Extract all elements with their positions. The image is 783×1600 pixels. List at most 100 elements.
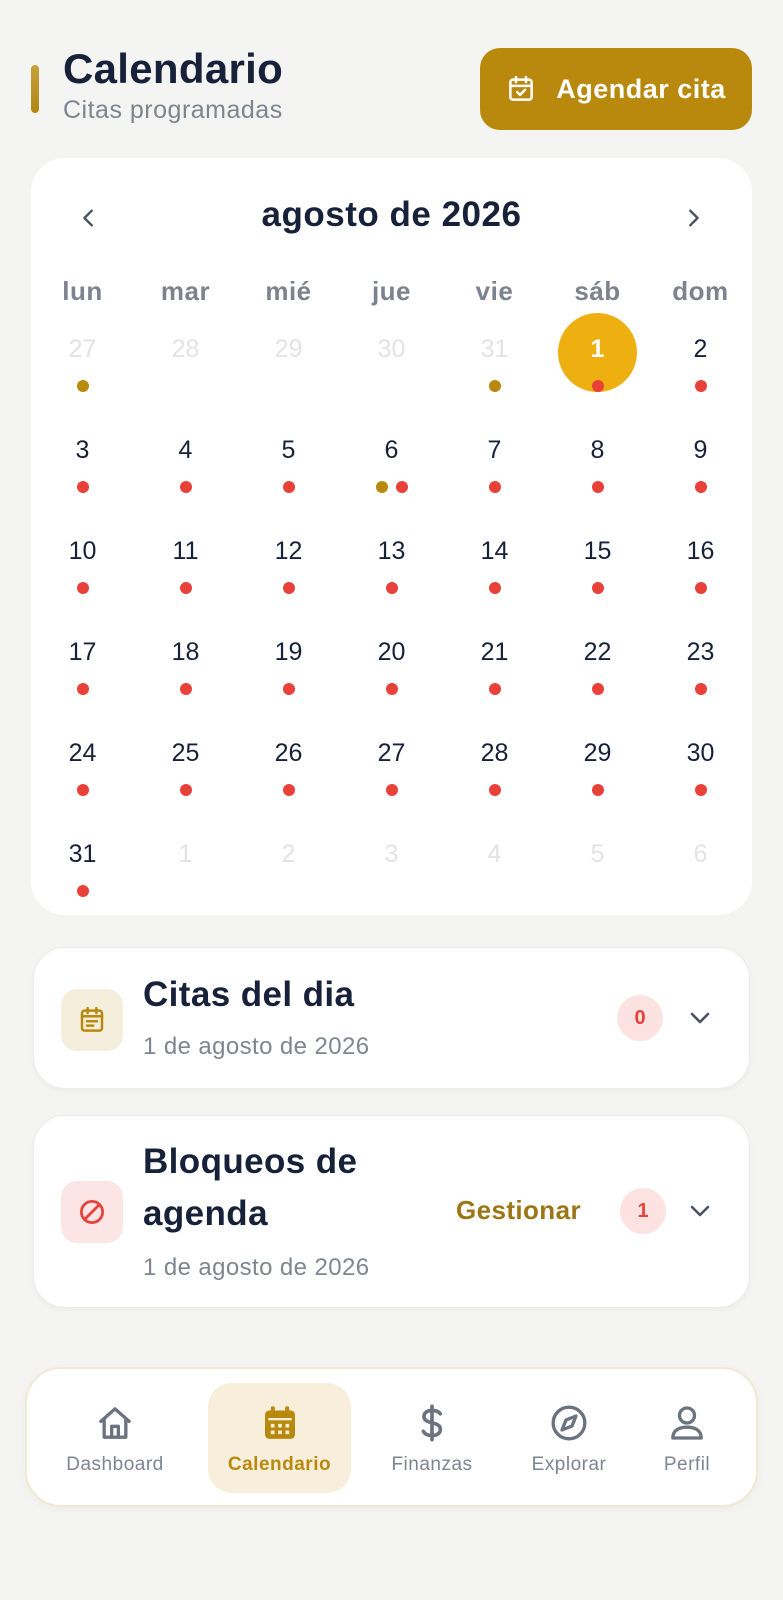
citas-icon-box (61, 989, 123, 1051)
gestionar-button[interactable]: Gestionar (456, 1195, 581, 1226)
day-number: 11 (172, 537, 199, 565)
calendar-day[interactable]: 12 (237, 515, 340, 616)
day-number: 6 (693, 840, 708, 868)
day-number: 22 (583, 638, 612, 666)
calendar-day-outside-month[interactable]: 6 (649, 818, 752, 919)
day-number: 2 (693, 335, 708, 363)
weekday-label: sáb (574, 276, 621, 306)
day-number: 9 (693, 436, 708, 464)
day-number: 20 (377, 638, 406, 666)
calendar-day[interactable]: 27 (340, 717, 443, 818)
calendar-day-outside-month[interactable]: 3 (340, 818, 443, 919)
appointment-indicator-dot (694, 481, 707, 493)
nav-item-calendario[interactable]: Calendario (208, 1383, 351, 1493)
bloqueos-expand-button[interactable] (682, 1193, 718, 1229)
calendar-day[interactable]: 10 (31, 515, 134, 616)
agendar-cita-button[interactable]: Agendar cita (480, 48, 752, 130)
day-number: 24 (68, 739, 97, 767)
day-number: 3 (75, 436, 90, 464)
calendar-day[interactable]: 29 (546, 717, 649, 818)
calendar-day[interactable]: 26 (237, 717, 340, 818)
citas-date: 1 de agosto de 2026 (143, 1033, 370, 1060)
nav-label-explorar: Explorar (531, 1454, 607, 1475)
appointment-indicator-dot (591, 683, 604, 695)
calendar-day-outside-month[interactable]: 27 (31, 313, 134, 414)
citas-del-dia-card[interactable]: Citas del dia 1 de agosto de 2026 0 (33, 947, 750, 1089)
calendar-day-outside-month[interactable]: 4 (443, 818, 546, 919)
calendar-day[interactable]: 14 (443, 515, 546, 616)
event-indicators (340, 784, 443, 796)
calendar-day[interactable]: 7 (443, 414, 546, 515)
citas-expand-button[interactable] (682, 1000, 718, 1036)
day-number: 18 (171, 638, 200, 666)
appointment-indicator-dot (591, 380, 604, 392)
calendar-day[interactable]: 4 (134, 414, 237, 515)
calendar-day[interactable]: 21 (443, 616, 546, 717)
calendar-day-outside-month[interactable]: 31 (443, 313, 546, 414)
nav-item-dashboard[interactable]: Dashboard (55, 1383, 175, 1493)
event-indicators (649, 784, 752, 796)
weekday-label: dom (672, 276, 729, 306)
calendar-day[interactable]: 2 (649, 313, 752, 414)
event-indicators (443, 582, 546, 594)
calendar-day[interactable]: 28 (443, 717, 546, 818)
appointment-indicator-dot (385, 683, 398, 695)
event-indicators (134, 683, 237, 695)
day-number: 8 (590, 436, 605, 464)
calendar-day-outside-month[interactable]: 5 (546, 818, 649, 919)
calendar-day[interactable]: 6 (340, 414, 443, 515)
calendar-day[interactable]: 5 (237, 414, 340, 515)
calendar-day[interactable]: 24 (31, 717, 134, 818)
calendar-day-outside-month[interactable]: 2 (237, 818, 340, 919)
event-indicators (31, 380, 134, 392)
event-indicators (340, 582, 443, 594)
month-navigation: agosto de 2026 (31, 158, 752, 278)
day-number: 7 (487, 436, 502, 464)
calendar-day[interactable]: 15 (546, 515, 649, 616)
calendar-day[interactable]: 8 (546, 414, 649, 515)
calendar-day-outside-month[interactable]: 29 (237, 313, 340, 414)
citas-count-badge: 0 (617, 995, 663, 1041)
calendar-day[interactable]: 20 (340, 616, 443, 717)
calendar-day[interactable]: 23 (649, 616, 752, 717)
appointment-indicator-dot (694, 582, 707, 594)
nav-item-finanzas[interactable]: Finanzas (372, 1383, 492, 1493)
calendar-day-outside-month[interactable]: 1 (134, 818, 237, 919)
calendar-day-outside-month[interactable]: 30 (340, 313, 443, 414)
calendar-day[interactable]: 17 (31, 616, 134, 717)
block-indicator-dot (375, 481, 388, 493)
calendar-day-selected[interactable]: 1 (546, 313, 649, 414)
block-indicator-dot (488, 380, 501, 392)
day-number: 26 (274, 739, 303, 767)
nav-item-explorar[interactable]: Explorar (514, 1383, 624, 1493)
calendar-day[interactable]: 11 (134, 515, 237, 616)
day-number: 12 (274, 537, 303, 565)
next-month-button[interactable] (673, 198, 713, 238)
nav-item-perfil[interactable]: Perfil (642, 1383, 732, 1493)
calendar-day[interactable]: 19 (237, 616, 340, 717)
bloqueos-agenda-card[interactable]: Bloqueos de agenda 1 de agosto de 2026 G… (33, 1115, 750, 1308)
calendar-day[interactable]: 9 (649, 414, 752, 515)
chevron-right-icon (682, 207, 704, 229)
calendar-day[interactable]: 22 (546, 616, 649, 717)
calendar-day[interactable]: 31 (31, 818, 134, 919)
day-number: 6 (384, 436, 399, 464)
day-number: 31 (68, 840, 97, 868)
calendar-day[interactable]: 3 (31, 414, 134, 515)
day-number: 21 (480, 638, 509, 666)
calendar-day[interactable]: 13 (340, 515, 443, 616)
calendar-day[interactable]: 30 (649, 717, 752, 818)
event-indicators (649, 380, 752, 392)
day-number: 10 (68, 537, 97, 565)
block-icon (77, 1197, 107, 1227)
calendar-day-outside-month[interactable]: 28 (134, 313, 237, 414)
event-indicators (31, 683, 134, 695)
calendar-day[interactable]: 18 (134, 616, 237, 717)
day-number: 16 (686, 537, 715, 565)
day-number: 27 (68, 335, 97, 363)
block-indicator-dot (76, 380, 89, 392)
appointment-indicator-dot (694, 784, 707, 796)
calendar-day[interactable]: 16 (649, 515, 752, 616)
calendar-day[interactable]: 25 (134, 717, 237, 818)
calendar-card: agosto de 2026 lun mar mié jue vie sáb d… (31, 158, 752, 915)
